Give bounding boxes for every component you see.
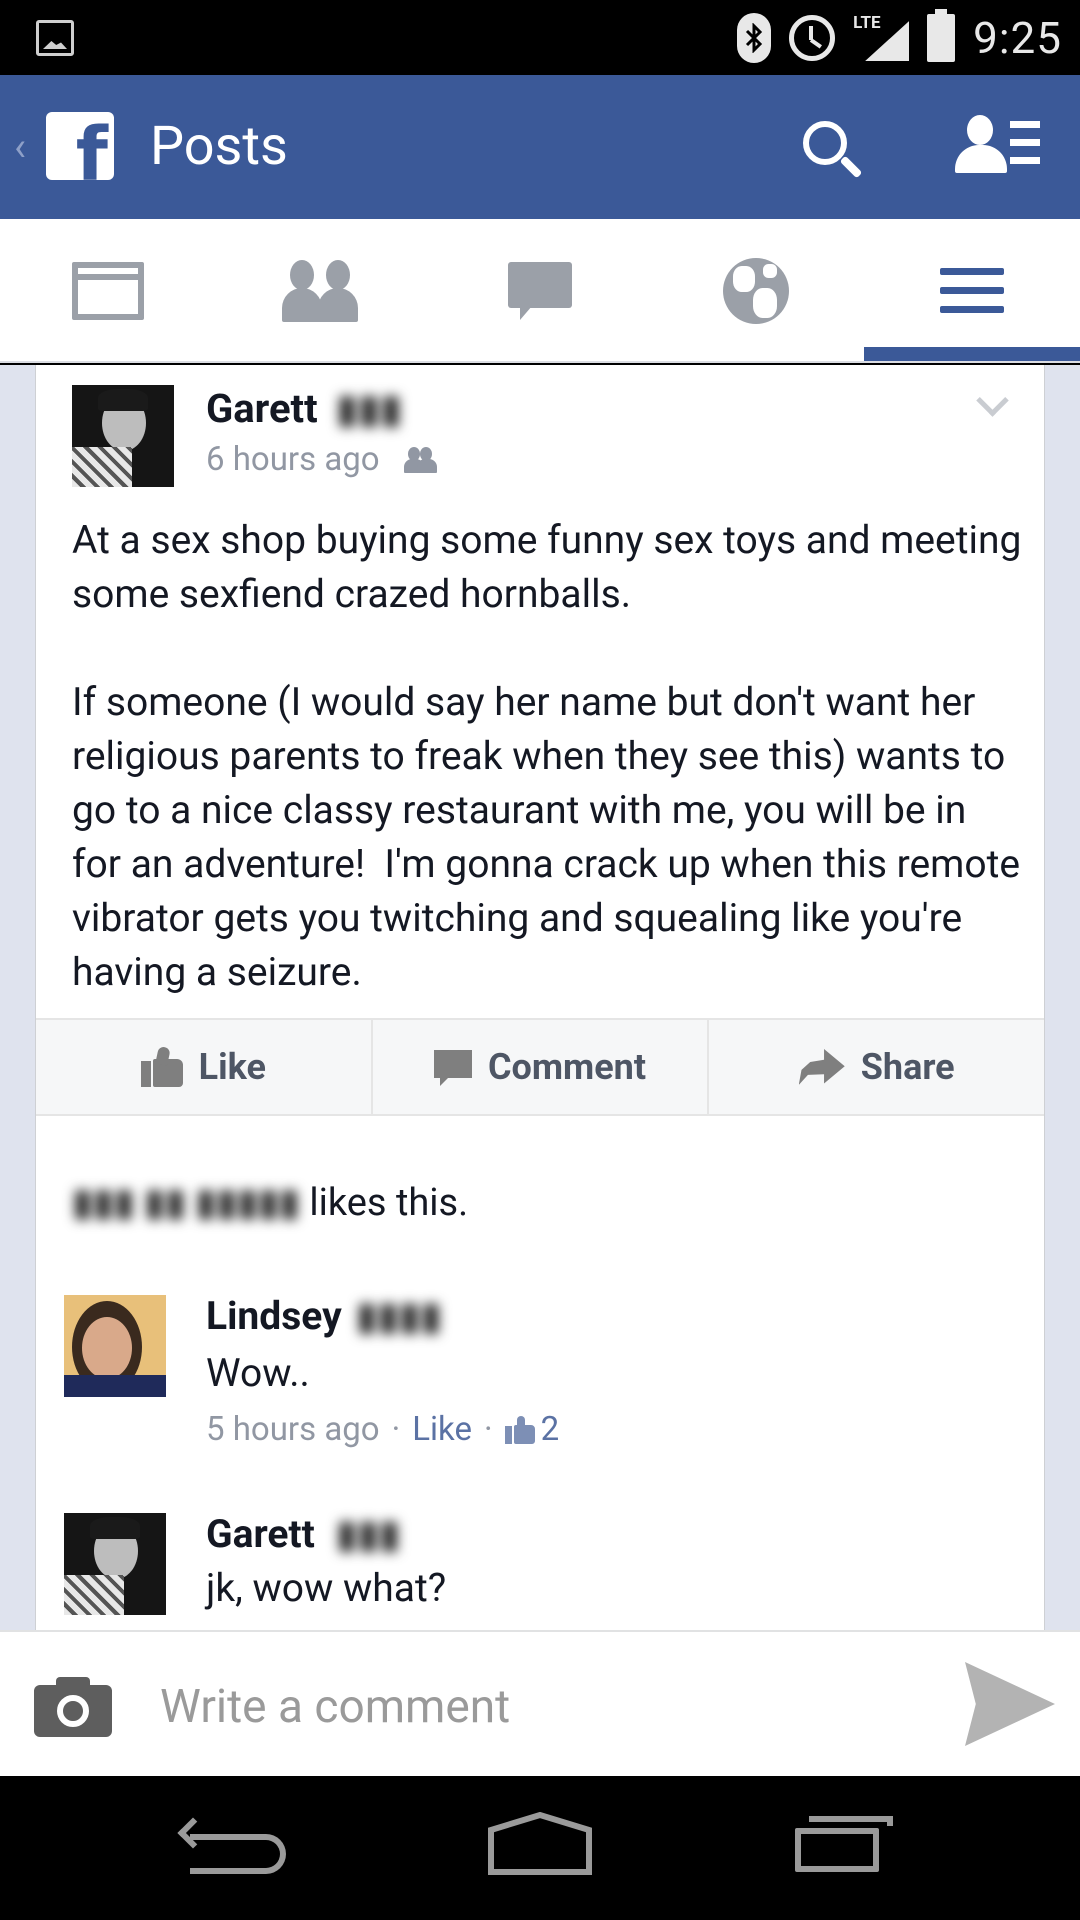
- back-button[interactable]: [177, 1812, 302, 1884]
- friends-icon: [282, 260, 366, 322]
- status-icons: LTE 9:25: [737, 9, 1062, 66]
- thumbs-up-icon: [140, 1045, 183, 1087]
- menu-icon: [940, 268, 1004, 314]
- globe-icon: [723, 258, 789, 324]
- active-tab-indicator: [864, 347, 1080, 361]
- share-arrow-icon: [798, 1049, 845, 1085]
- post-meta: 6 hours ago: [206, 440, 437, 479]
- likes-text: likes this.: [309, 1181, 469, 1225]
- search-button[interactable]: [795, 113, 865, 183]
- likes-summary[interactable]: ▮▮▮ ▮▮ ▮▮▮▮▮ likes this.: [72, 1180, 468, 1225]
- comment-text: Wow..: [206, 1350, 310, 1396]
- tab-notifications[interactable]: [648, 219, 864, 363]
- friends-audience-icon: [403, 446, 437, 473]
- camera-icon[interactable]: [34, 1677, 112, 1737]
- logo-letter: f: [75, 112, 108, 180]
- facebook-logo[interactable]: f: [46, 112, 114, 180]
- tab-bar: [0, 219, 1080, 363]
- comment-timestamp: 5 hours ago: [206, 1410, 380, 1449]
- post-body: At a sex shop buying some funny sex toys…: [72, 517, 1022, 995]
- status-bar: LTE 9:25: [0, 0, 1080, 75]
- author-avatar[interactable]: [72, 385, 174, 487]
- system-navigation-bar: [0, 1776, 1080, 1920]
- thumbs-up-icon: [504, 1415, 535, 1444]
- home-button[interactable]: [485, 1812, 605, 1884]
- meta-separator: ·: [391, 1410, 401, 1449]
- commenter-avatar[interactable]: [64, 1513, 166, 1615]
- lte-signal-icon: LTE: [853, 13, 910, 63]
- tab-messages[interactable]: [432, 219, 648, 363]
- back-chevron-icon[interactable]: ‹: [14, 127, 26, 167]
- meta-separator: ·: [483, 1410, 493, 1449]
- comment-input[interactable]: [160, 1672, 920, 1742]
- like-button[interactable]: Like: [36, 1020, 373, 1114]
- recent-apps-icon: [795, 1828, 879, 1872]
- network-type: LTE: [853, 13, 881, 33]
- comment-like-link[interactable]: Like: [412, 1410, 472, 1449]
- search-icon: [803, 121, 847, 165]
- comment-composer: [0, 1630, 1080, 1776]
- friend-list-button[interactable]: [955, 115, 1040, 180]
- recent-apps-button[interactable]: [785, 1812, 905, 1884]
- commenter-avatar[interactable]: [64, 1295, 166, 1397]
- redacted-surname: ▮▮▮: [336, 1511, 401, 1557]
- home-icon: [488, 1812, 592, 1875]
- bluetooth-icon: [737, 13, 772, 63]
- messages-icon: [508, 262, 572, 320]
- post-timestamp[interactable]: 6 hours ago: [206, 440, 380, 479]
- like-count-value: 2: [540, 1410, 560, 1449]
- person-list-icon: [967, 115, 993, 145]
- redacted-liker-name: ▮▮▮ ▮▮ ▮▮▮▮▮: [72, 1181, 310, 1225]
- alarm-icon: [789, 15, 836, 61]
- post-action-bar: Like Comment Share: [36, 1018, 1044, 1116]
- like-label: Like: [198, 1046, 266, 1088]
- post-card: Garett ▮▮▮ 6 hours ago At a sex shop buy…: [35, 365, 1045, 1630]
- app-header: ‹ f Posts: [0, 75, 1080, 219]
- share-label: Share: [860, 1046, 955, 1088]
- share-button[interactable]: Share: [709, 1020, 1044, 1114]
- redacted-surname: ▮▮▮: [336, 385, 403, 432]
- battery-icon: [927, 9, 956, 62]
- post-options-chevron-icon[interactable]: [975, 395, 1009, 417]
- commenter-name[interactable]: Garett: [206, 1511, 315, 1557]
- tab-news-feed[interactable]: [0, 219, 216, 363]
- comment-meta: 5 hours ago · Like · 2: [206, 1410, 559, 1449]
- post-feed[interactable]: Garett ▮▮▮ 6 hours ago At a sex shop buy…: [0, 365, 1080, 1630]
- tab-more[interactable]: [864, 219, 1080, 363]
- comment-icon: [433, 1048, 472, 1086]
- tab-friend-requests[interactable]: [216, 219, 432, 363]
- redacted-surname: ▮▮▮▮: [356, 1293, 442, 1339]
- page-title: Posts: [150, 115, 288, 178]
- comment-like-count[interactable]: 2: [504, 1410, 560, 1449]
- news-feed-icon: [72, 262, 144, 320]
- back-arrow-icon: [190, 1834, 286, 1874]
- post-author-name[interactable]: Garett: [206, 385, 318, 432]
- comment-button[interactable]: Comment: [373, 1020, 710, 1114]
- send-button[interactable]: [965, 1662, 1055, 1746]
- image-notification-icon: [36, 20, 74, 56]
- comment-label: Comment: [487, 1046, 647, 1088]
- send-icon: [965, 1662, 1055, 1746]
- clock: 9:25: [973, 12, 1062, 64]
- comment-text: jk, wow what?: [206, 1565, 447, 1611]
- commenter-name[interactable]: Lindsey: [206, 1293, 342, 1339]
